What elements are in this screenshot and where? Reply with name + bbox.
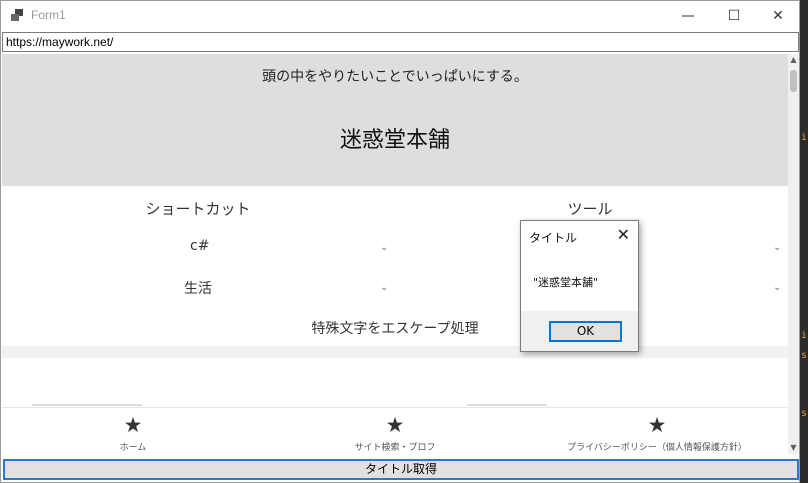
scroll-up-icon[interactable]: ▲	[788, 54, 799, 66]
background-glyph: s	[801, 408, 808, 419]
background-glyph: i	[801, 132, 808, 143]
content-band	[2, 346, 788, 358]
dialog-title: タイトル	[529, 231, 578, 245]
shortcut-heading: ショートカット	[145, 200, 251, 218]
star-icon: ★	[385, 413, 405, 437]
site-header: 頭の中をやりたいことでいっぱいにする。 迷惑堂本舗	[2, 54, 788, 186]
scroll-down-icon[interactable]: ▼	[788, 442, 799, 454]
nav-label: ホーム	[119, 443, 147, 453]
dropdown-csharp[interactable]: c#	[190, 238, 209, 254]
chevron-down-icon[interactable]: ⌄	[773, 282, 781, 293]
nav-privacy[interactable]: ★ プライバシーポリシー（個人情報保護方針）	[526, 414, 788, 453]
message-dialog: タイトル ✕ "迷惑堂本舗" OK	[520, 220, 639, 352]
minimize-icon: —	[681, 8, 695, 24]
form1-window: Form1 — ☐ ✕ https://maywork.net/ 頭の中をやりた…	[0, 0, 800, 483]
background-window-strip: i i s s	[800, 0, 808, 483]
minimize-button[interactable]: —	[665, 1, 711, 31]
divider	[32, 404, 142, 406]
chevron-down-icon[interactable]: ⌄	[380, 282, 388, 293]
maximize-icon: ☐	[727, 8, 741, 24]
escape-link[interactable]: 特殊文字をエスケープ処理	[2, 318, 788, 338]
window-title: Form1	[31, 8, 66, 22]
close-icon: ✕	[772, 8, 784, 24]
chevron-down-icon[interactable]: ⌄	[380, 242, 388, 253]
divider	[467, 404, 547, 406]
bottom-nav: ★ ホーム ★ サイト検索・プロフ ★ プライバシーポリシー（個人情報保護方針）	[2, 407, 788, 455]
nav-home[interactable]: ★ ホーム	[2, 414, 264, 453]
site-title[interactable]: 迷惑堂本舗	[2, 122, 788, 154]
chevron-down-icon[interactable]: ⌄	[773, 242, 781, 253]
nav-label: プライバシーポリシー（個人情報保護方針）	[567, 443, 747, 453]
app-icon	[11, 9, 25, 23]
scroll-thumb[interactable]	[790, 70, 797, 92]
tools-heading: ツール	[567, 200, 613, 218]
title-bar[interactable]: Form1 — ☐ ✕	[1, 1, 799, 31]
close-button[interactable]: ✕	[755, 1, 801, 31]
nav-label: サイト検索・プロフ	[354, 443, 436, 453]
nav-site-search[interactable]: ★ サイト検索・プロフ	[264, 414, 526, 453]
vertical-scrollbar[interactable]: ▲ ▼	[788, 54, 799, 454]
dialog-message: "迷惑堂本舗"	[533, 276, 599, 289]
dropdown-life[interactable]: 生活	[184, 278, 212, 298]
background-glyph: i	[801, 330, 808, 341]
ok-button[interactable]: OK	[549, 321, 622, 342]
dialog-close-icon[interactable]: ✕	[617, 225, 630, 244]
address-input[interactable]: https://maywork.net/	[2, 32, 799, 52]
star-icon: ★	[647, 413, 667, 437]
get-title-button[interactable]: タイトル取得	[3, 459, 799, 480]
dialog-footer: OK	[521, 311, 638, 351]
webview[interactable]: 頭の中をやりたいことでいっぱいにする。 迷惑堂本舗 ショートカット ツール c#…	[2, 54, 788, 406]
background-glyph: s	[801, 350, 808, 361]
star-icon: ★	[123, 413, 143, 437]
site-tagline: 頭の中をやりたいことでいっぱいにする。	[262, 69, 528, 85]
maximize-button[interactable]: ☐	[711, 1, 757, 31]
